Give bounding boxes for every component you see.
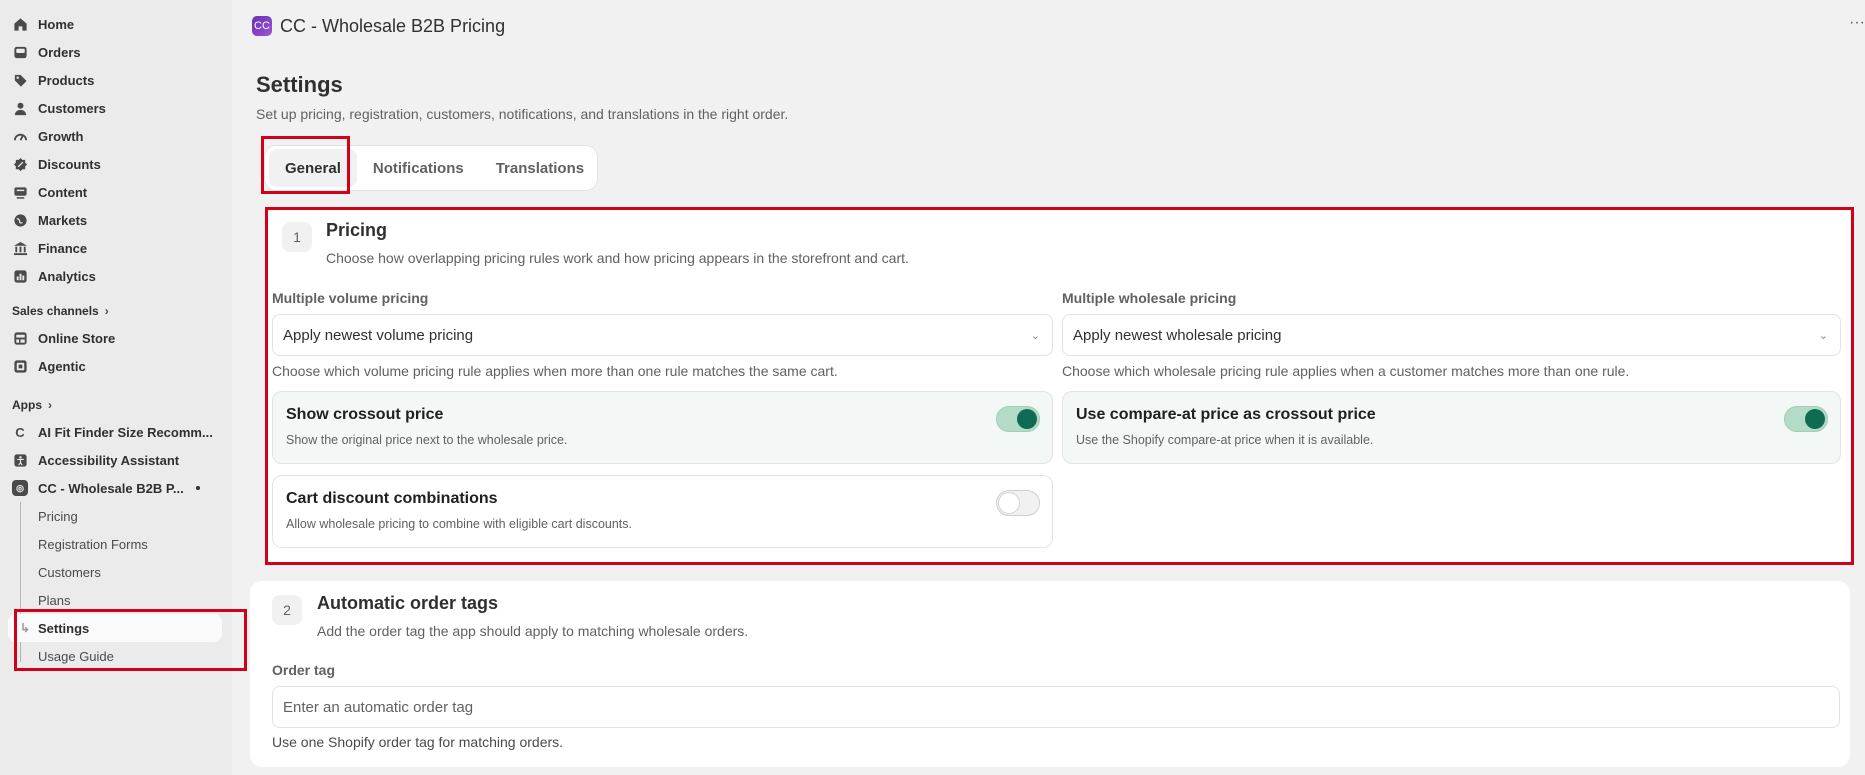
order-tag-help: Use one Shopify order tag for matching o… xyxy=(272,734,564,750)
sidebar-item-analytics[interactable]: Analytics xyxy=(0,262,232,290)
sales-channels-label: Sales channels xyxy=(12,304,99,318)
chart-icon xyxy=(12,268,28,284)
sidebar-highlight-box xyxy=(14,609,247,671)
apps-label: Apps xyxy=(12,398,42,412)
main-content: Settings Set up pricing, registration, c… xyxy=(256,72,1848,194)
sidebar-item-label: CC - Wholesale B2B P... xyxy=(38,480,184,496)
sidebar-item-home[interactable]: Home xyxy=(0,10,232,38)
unread-dot xyxy=(195,486,200,490)
sidebar-item-label: Content xyxy=(38,184,88,200)
order-tags-card: 2 Automatic order tags Add the order tag… xyxy=(250,581,1850,767)
sidebar-item-label: Analytics xyxy=(38,268,96,284)
sidebar-item-label: Accessibility Assistant xyxy=(38,452,180,468)
step-number: 2 xyxy=(272,595,302,625)
more-actions-icon[interactable]: ··· xyxy=(1849,14,1865,32)
apps-header[interactable]: Apps › xyxy=(0,392,232,418)
sidebar-item-finance[interactable]: Finance xyxy=(0,234,232,262)
tab-highlight-box xyxy=(261,136,350,194)
sidebar-item-label: Discounts xyxy=(38,156,101,172)
sidebar-item-ai-fit-finder[interactable]: C AI Fit Finder Size Recomm... xyxy=(0,418,232,446)
sidebar-item-markets[interactable]: Markets xyxy=(0,206,232,234)
chevron-right-icon: › xyxy=(48,398,52,412)
input-placeholder: Enter an automatic order tag xyxy=(283,698,474,716)
subnav-item-pricing[interactable]: Pricing xyxy=(0,502,232,530)
sidebar-item-label: AI Fit Finder Size Recomm... xyxy=(38,424,213,440)
app-logo-icon: CC xyxy=(252,16,272,36)
card-description: Add the order tag the app should apply t… xyxy=(317,623,749,639)
order-tag-input[interactable]: Enter an automatic order tag xyxy=(272,686,1840,728)
sidebar-item-label: Growth xyxy=(38,128,84,144)
subnav-item-customers[interactable]: Customers xyxy=(0,558,232,586)
sidebar-item-cc-wholesale[interactable]: ◎ CC - Wholesale B2B P... xyxy=(0,474,232,502)
page-title: Settings xyxy=(256,72,343,97)
pricing-highlight-box xyxy=(265,207,1854,565)
agentic-icon xyxy=(12,358,28,374)
sidebar-item-label: Online Store xyxy=(38,330,116,346)
c-icon: C xyxy=(15,424,25,440)
chevron-right-icon: › xyxy=(104,304,109,318)
sidebar-item-customers[interactable]: Customers xyxy=(0,94,232,122)
home-icon xyxy=(12,16,28,32)
tag-icon xyxy=(12,72,28,88)
gauge-icon xyxy=(12,128,28,144)
app-title: CC - Wholesale B2B Pricing xyxy=(280,15,506,36)
sales-channels-header[interactable]: Sales channels › xyxy=(0,298,232,324)
sidebar-item-label: Orders xyxy=(38,44,81,60)
sidebar-item-label: Markets xyxy=(38,212,88,228)
discount-icon xyxy=(12,156,28,172)
person-icon xyxy=(12,100,28,116)
sidebar-item-content[interactable]: Content xyxy=(0,178,232,206)
tab-notifications[interactable]: Notifications xyxy=(357,149,480,187)
store-icon xyxy=(12,330,28,346)
sidebar-item-agentic[interactable]: Agentic xyxy=(0,352,232,380)
sidebar-item-growth[interactable]: Growth xyxy=(0,122,232,150)
tab-translations[interactable]: Translations xyxy=(480,149,600,187)
app-logo-icon: ◎ xyxy=(12,480,28,496)
sidebar-item-label: Agentic xyxy=(38,358,86,374)
globe-icon xyxy=(12,212,28,228)
sidebar-item-label: Products xyxy=(38,72,95,88)
page-subtitle: Set up pricing, registration, customers,… xyxy=(256,106,789,122)
sidebar-item-accessibility-assistant[interactable]: Accessibility Assistant xyxy=(0,446,232,474)
sidebar-item-label: Customers xyxy=(38,100,106,116)
inbox-icon xyxy=(12,44,28,60)
content-icon xyxy=(12,184,28,200)
accessibility-icon xyxy=(12,452,28,468)
subnav-item-registration-forms[interactable]: Registration Forms xyxy=(0,530,232,558)
sidebar-item-discounts[interactable]: Discounts xyxy=(0,150,232,178)
sidebar-item-label: Finance xyxy=(38,240,88,256)
sidebar-item-orders[interactable]: Orders xyxy=(0,38,232,66)
bank-icon xyxy=(12,240,28,256)
card-title: Automatic order tags xyxy=(317,593,499,613)
sidebar-item-label: Home xyxy=(38,16,75,32)
sidebar-item-online-store[interactable]: Online Store xyxy=(0,324,232,352)
order-tag-label: Order tag xyxy=(272,662,336,678)
app-topbar: CC CC - Wholesale B2B Pricing ··· xyxy=(232,0,1865,52)
sidebar-item-products[interactable]: Products xyxy=(0,66,232,94)
